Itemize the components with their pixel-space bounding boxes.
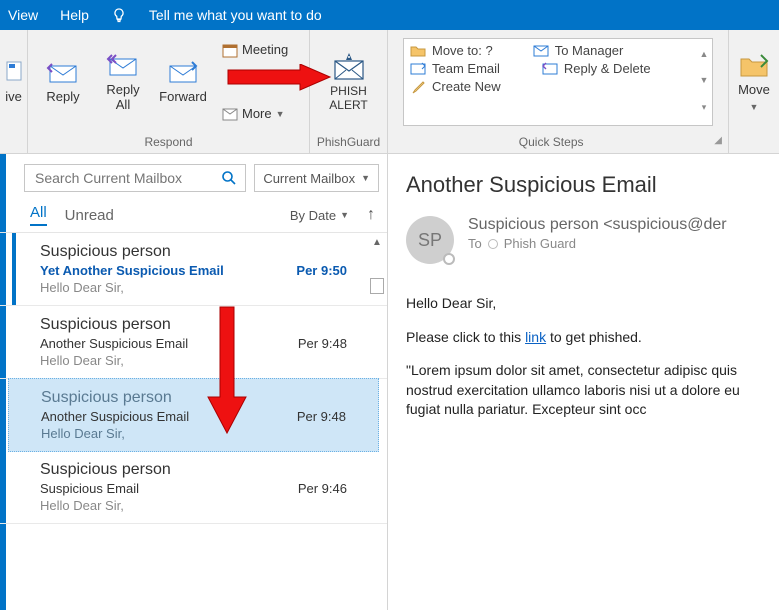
- message-preview: Hello Dear Sir,: [40, 280, 373, 295]
- message-time: Per 9:46: [298, 481, 347, 496]
- menu-view[interactable]: View: [8, 7, 38, 23]
- message-time: Per 9:48: [297, 409, 346, 424]
- avatar: SP: [406, 216, 454, 264]
- presence-small-icon: [488, 239, 498, 249]
- reading-subject: Another Suspicious Email: [406, 172, 771, 198]
- search-icon[interactable]: [221, 170, 237, 186]
- move-button-partial[interactable]: Move ▼: [735, 47, 773, 115]
- chevron-down-icon: ▼: [340, 210, 349, 220]
- message-item[interactable]: Suspicious person Yet Another Suspicious…: [0, 233, 387, 306]
- qs-team-email[interactable]: Team Email: [410, 61, 500, 77]
- search-box[interactable]: [24, 164, 246, 192]
- message-preview: Hello Dear Sir,: [40, 498, 373, 513]
- menu-help[interactable]: Help: [60, 7, 89, 23]
- reply-all-button[interactable]: Reply All: [94, 47, 152, 116]
- message-time: Per 9:50: [296, 263, 347, 278]
- reading-to: To Phish Guard: [468, 236, 727, 251]
- message-preview: Hello Dear Sir,: [41, 426, 364, 441]
- message-preview: Hello Dear Sir,: [40, 353, 373, 368]
- tell-me-search[interactable]: Tell me what you want to do: [149, 7, 322, 23]
- menubar: View Help Tell me what you want to do: [0, 0, 779, 30]
- reply-button[interactable]: Reply: [34, 54, 92, 108]
- message-item[interactable]: Suspicious person Another Suspicious Ema…: [0, 306, 387, 379]
- phishing-link[interactable]: link: [525, 329, 546, 345]
- presence-icon: [443, 253, 455, 265]
- more-button[interactable]: More ▼: [218, 102, 292, 126]
- quick-steps-gallery[interactable]: Move to: ? To Manager Team Email Reply &…: [403, 38, 713, 126]
- scrollbar[interactable]: ▲: [369, 233, 385, 294]
- search-scope-dropdown[interactable]: Current Mailbox▼: [254, 164, 379, 192]
- scroll-up-icon[interactable]: ▲: [372, 233, 382, 252]
- sort-direction-icon[interactable]: ↑: [367, 206, 375, 224]
- respond-group-label: Respond: [28, 133, 309, 153]
- reading-body: Hello Dear Sir, Please click to this lin…: [406, 294, 771, 420]
- gallery-more-icon[interactable]: ▾: [698, 95, 710, 121]
- message-time: Per 9:48: [298, 336, 347, 351]
- filter-unread[interactable]: Unread: [65, 207, 114, 224]
- chevron-down-icon: ▼: [750, 102, 759, 112]
- reading-from: Suspicious person <suspicious@der: [468, 216, 727, 234]
- forward-button[interactable]: Forward: [154, 54, 212, 108]
- filter-all[interactable]: All: [30, 204, 47, 226]
- message-item-selected[interactable]: Suspicious person Another Suspicious Ema…: [8, 378, 379, 452]
- gallery-down-icon[interactable]: ▼: [698, 67, 710, 93]
- meeting-button[interactable]: Meeting: [218, 38, 292, 62]
- gallery-up-icon[interactable]: ▲: [698, 41, 710, 67]
- content-area: Current Mailbox▼ All Unread By Date ▼ ↑ …: [0, 154, 779, 610]
- message-from: Suspicious person: [41, 389, 364, 407]
- lightbulb-icon: [111, 7, 127, 23]
- scroll-thumb[interactable]: [370, 278, 384, 294]
- partial-left-button[interactable]: ive: [5, 54, 23, 108]
- qs-create-new[interactable]: Create New: [410, 79, 501, 95]
- search-input[interactable]: [33, 169, 221, 187]
- phishguard-group-label: PhishGuard: [310, 133, 387, 153]
- message-list-pane: Current Mailbox▼ All Unread By Date ▼ ↑ …: [0, 154, 388, 610]
- quick-steps-group-label: Quick Steps ◢: [388, 133, 728, 153]
- sort-by-date[interactable]: By Date ▼: [290, 208, 349, 223]
- qs-reply-delete[interactable]: Reply & Delete: [542, 61, 651, 77]
- ribbon: ive Reply Reply All Forward Meeting: [0, 30, 779, 154]
- qs-to-manager[interactable]: To Manager: [533, 43, 624, 59]
- message-from: Suspicious person: [40, 461, 373, 479]
- chevron-down-icon: ▼: [276, 109, 285, 119]
- reading-pane: Another Suspicious Email SP Suspicious p…: [388, 154, 779, 610]
- message-item[interactable]: Suspicious person Suspicious Email Hello…: [0, 451, 387, 524]
- qs-move-to[interactable]: Move to: ?: [410, 43, 493, 59]
- chevron-down-icon: ▼: [361, 173, 370, 183]
- message-list[interactable]: Suspicious person Yet Another Suspicious…: [0, 232, 387, 610]
- message-from: Suspicious person: [40, 243, 373, 261]
- message-from: Suspicious person: [40, 316, 373, 334]
- phish-alert-button[interactable]: PHISH ALERT: [316, 47, 381, 115]
- avatar-initials: SP: [418, 230, 442, 251]
